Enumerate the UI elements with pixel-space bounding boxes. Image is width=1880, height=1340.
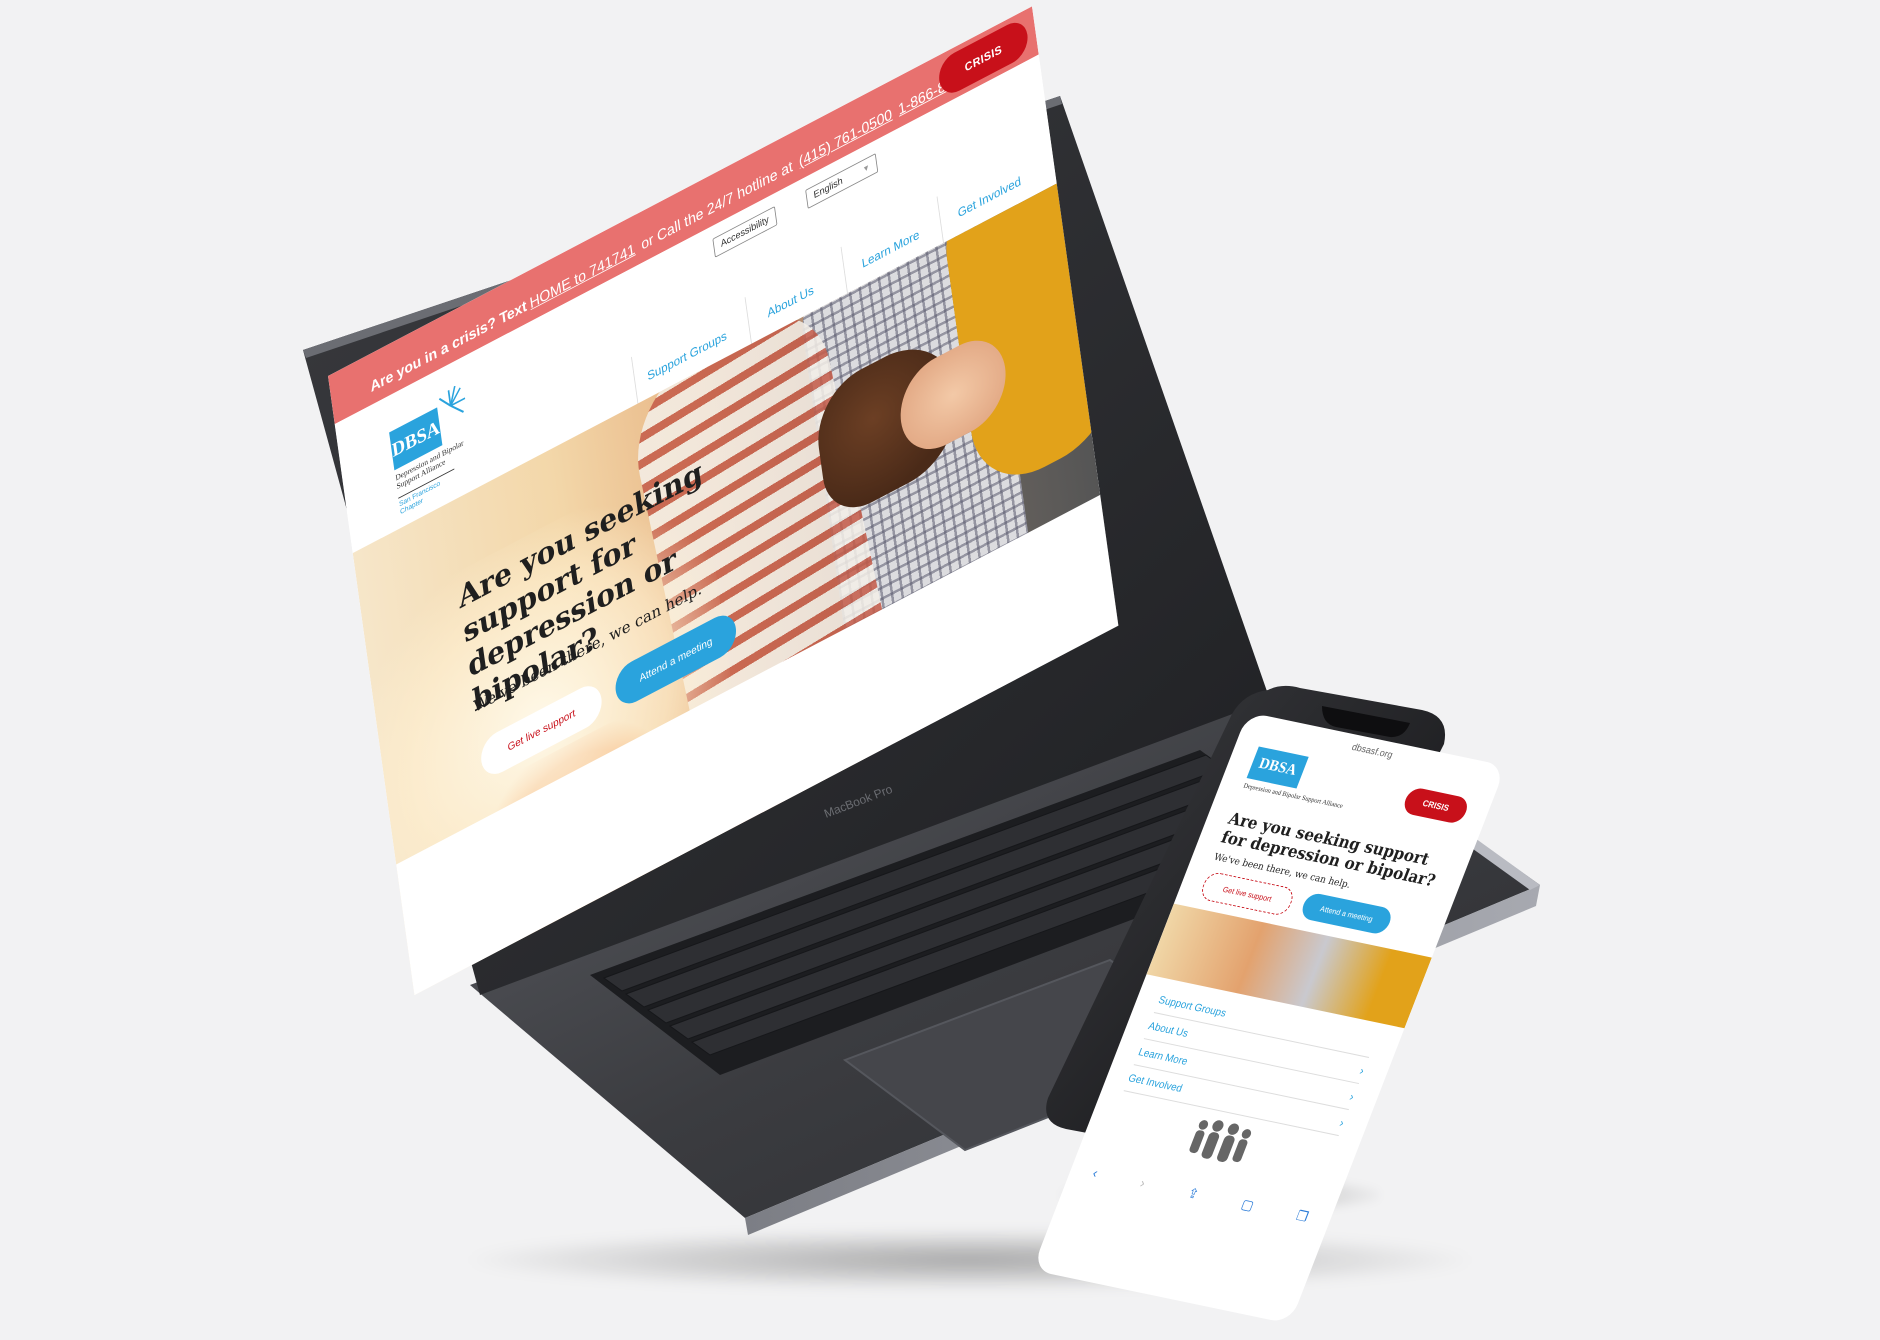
bookmarks-icon[interactable]: ▢ — [1239, 1195, 1256, 1213]
back-icon[interactable]: ‹ — [1090, 1165, 1100, 1181]
mobile-get-live-support-button[interactable]: Get live support — [1198, 870, 1297, 917]
mobile-dbsa-logo[interactable]: DBSA — [1246, 746, 1309, 789]
mobile-nav-label: About Us — [1146, 1020, 1190, 1040]
people-group-icon — [1189, 1120, 1252, 1163]
chevron-right-icon: › — [1357, 1063, 1367, 1078]
chevron-right-icon: › — [1347, 1089, 1357, 1104]
forward-icon[interactable]: › — [1138, 1175, 1148, 1191]
chevron-right-icon: › — [1337, 1115, 1347, 1130]
mobile-nav-label: Get Involved — [1126, 1072, 1184, 1095]
share-icon[interactable]: ⇪ — [1185, 1184, 1202, 1202]
mobile-attend-meeting-button[interactable]: Attend a meeting — [1298, 891, 1395, 936]
mobile-nav-label: Learn More — [1136, 1046, 1190, 1068]
mobile-nav-label: Support Groups — [1156, 994, 1228, 1020]
phone-body — [1046, 685, 1446, 1157]
mobile-crisis-button[interactable]: CRISIS — [1400, 786, 1471, 825]
tabs-icon[interactable]: ❐ — [1294, 1207, 1311, 1225]
